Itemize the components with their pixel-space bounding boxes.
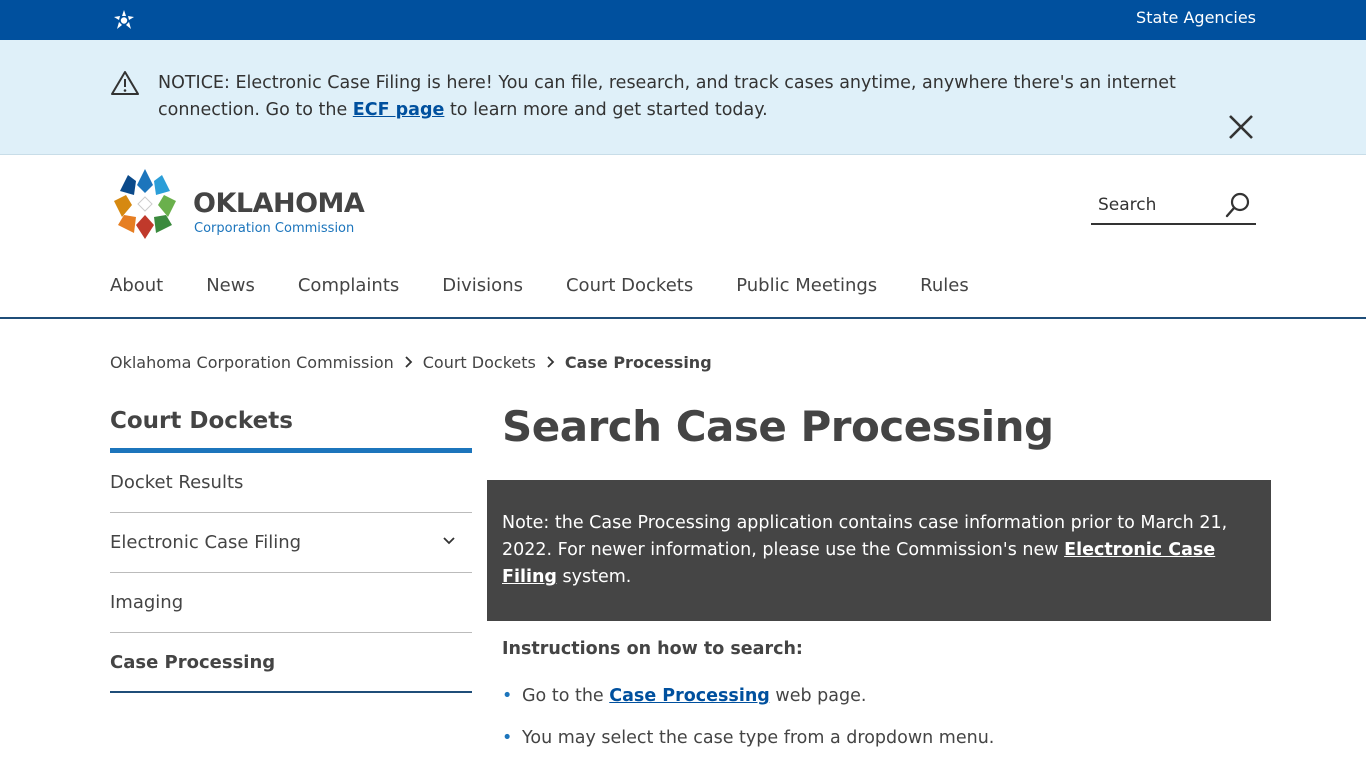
- main-content: Search Case Processing Note: the Case Pr…: [487, 400, 1271, 767]
- ecf-page-link[interactable]: ECF page: [353, 100, 445, 120]
- logo-star-icon: [114, 169, 176, 239]
- state-agencies-link[interactable]: State Agencies: [1136, 8, 1256, 28]
- logo-name: OKLAHOMA: [193, 188, 365, 219]
- notice-text-after: to learn more and get started today.: [444, 100, 768, 120]
- sidebar-item-electronic-case-filing[interactable]: Electronic Case Filing: [110, 513, 472, 573]
- breadcrumb: Oklahoma Corporation Commission Court Do…: [110, 351, 712, 373]
- top-bar: State Agencies: [0, 0, 1366, 40]
- sidebar-item-imaging[interactable]: Imaging: [110, 573, 472, 633]
- notice-message: NOTICE: Electronic Case Filing is here! …: [158, 70, 1198, 124]
- search-input[interactable]: [1091, 189, 1216, 221]
- sidebar-item-case-processing[interactable]: Case Processing: [110, 633, 472, 693]
- search-icon[interactable]: [1224, 191, 1252, 219]
- page-title: Search Case Processing: [502, 402, 1054, 451]
- nav-divisions[interactable]: Divisions: [442, 273, 523, 303]
- case-processing-link[interactable]: Case Processing: [609, 686, 770, 706]
- sidebar-item-label: Imaging: [110, 592, 184, 613]
- breadcrumb-home[interactable]: Oklahoma Corporation Commission: [110, 353, 394, 372]
- logo-subtitle: Corporation Commission: [194, 221, 355, 236]
- nav-rules[interactable]: Rules: [920, 273, 969, 303]
- site-logo[interactable]: OKLAHOMA Corporation Commission: [108, 167, 378, 243]
- close-icon[interactable]: [1226, 112, 1256, 142]
- note-box: Note: the Case Processing application co…: [487, 480, 1271, 621]
- list-item: Go to the Case Processing web page.: [502, 683, 1271, 709]
- nav-public-meetings[interactable]: Public Meetings: [736, 273, 877, 303]
- main-nav: About News Complaints Divisions Court Do…: [110, 273, 1012, 303]
- nav-about[interactable]: About: [110, 273, 163, 303]
- search-box: [1091, 185, 1256, 225]
- sidebar-item-label: Docket Results: [110, 472, 244, 493]
- nav-complaints[interactable]: Complaints: [298, 273, 399, 303]
- sidebar-item-label: Electronic Case Filing: [110, 532, 302, 553]
- breadcrumb-current: Case Processing: [564, 352, 712, 372]
- site-header: OKLAHOMA Corporation Commission About Ne…: [0, 155, 1366, 319]
- breadcrumb-court-dockets[interactable]: Court Dockets: [423, 353, 536, 372]
- sidebar: Court Dockets Docket Results Electronic …: [110, 400, 472, 693]
- step-text: Go to the: [522, 686, 610, 706]
- chevron-down-icon[interactable]: [442, 536, 456, 546]
- instructions-heading: Instructions on how to search:: [502, 639, 803, 659]
- warning-icon: [111, 71, 139, 95]
- sidebar-item-docket-results[interactable]: Docket Results: [110, 453, 472, 513]
- chevron-right-icon: [547, 356, 555, 368]
- list-item: You may select the case type from a drop…: [502, 725, 1271, 751]
- state-star-icon[interactable]: [112, 9, 136, 31]
- sidebar-item-label: Case Processing: [110, 651, 276, 673]
- chevron-right-icon: [405, 356, 413, 368]
- step-text: web page.: [769, 686, 867, 706]
- nav-court-dockets[interactable]: Court Dockets: [566, 273, 693, 303]
- nav-news[interactable]: News: [206, 273, 255, 303]
- sidebar-title: Court Dockets: [110, 400, 472, 453]
- note-text-after: system.: [556, 567, 632, 587]
- notice-banner: NOTICE: Electronic Case Filing is here! …: [0, 40, 1366, 155]
- instructions-list: Go to the Case Processing web page. You …: [502, 683, 1271, 751]
